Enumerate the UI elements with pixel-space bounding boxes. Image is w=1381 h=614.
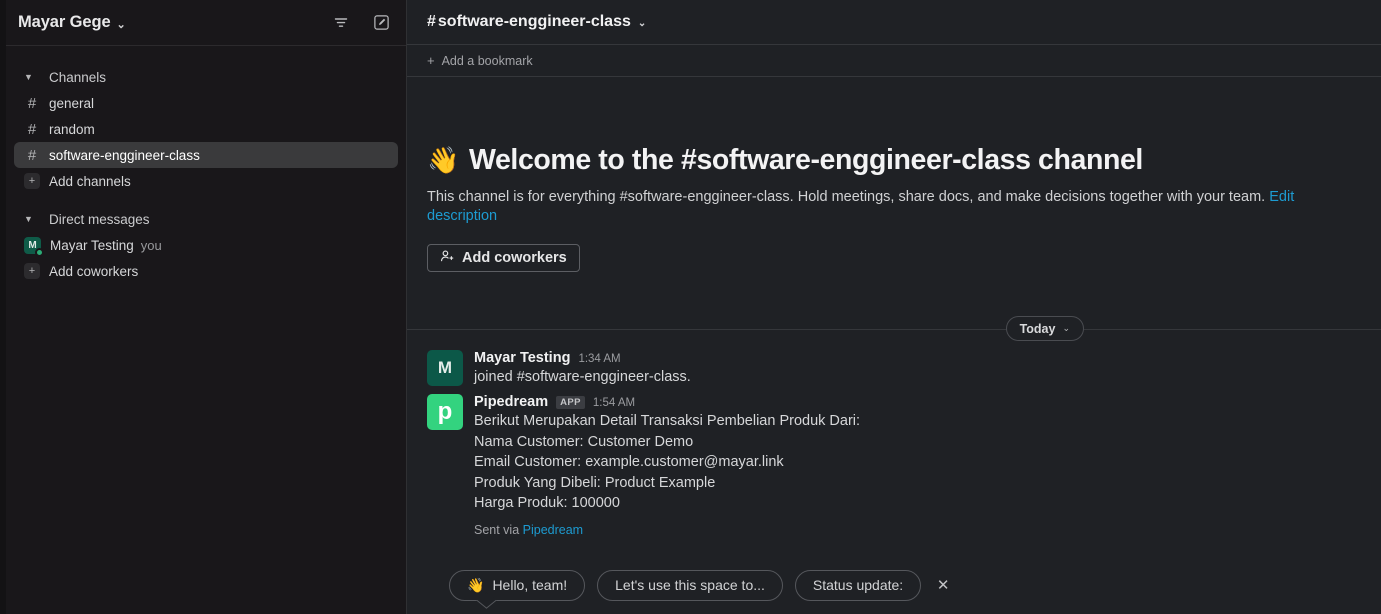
message-author[interactable]: Pipedream	[474, 394, 548, 411]
plus-icon: +	[24, 173, 40, 189]
message-header: Mayar Testing 1:34 AM	[474, 350, 1361, 367]
channel-welcome: 👋 Welcome to the #software-enggineer-cla…	[407, 77, 1381, 272]
welcome-heading-text: Welcome to the #software-enggineer-class…	[468, 144, 1143, 176]
add-coworkers-button[interactable]: Add coworkers	[427, 243, 580, 272]
sidebar-item-label: Add channels	[49, 173, 131, 189]
sidebar: Mayar Gege ⌄ ▼ Channels # general # rand…	[0, 0, 407, 614]
sidebar-item-label: general	[49, 95, 95, 111]
avatar: M	[24, 236, 44, 257]
close-icon[interactable]: ✕	[933, 575, 953, 595]
avatar[interactable]: M	[427, 349, 463, 386]
suggestion-chip-label: Let's use this space to...	[615, 577, 765, 593]
sidebar-item-label: Add coworkers	[49, 263, 139, 279]
sidebar-section-gap	[6, 194, 406, 206]
message-text-line: joined #software-enggineer-class.	[474, 369, 691, 386]
sidebar-section-direct-messages[interactable]: ▼ Direct messages	[6, 206, 406, 232]
hash-icon: #	[27, 146, 37, 164]
sidebar-header: Mayar Gege ⌄	[6, 0, 406, 46]
message-row: p Pipedream APP 1:54 AM Berikut Merupaka…	[407, 388, 1381, 537]
workspace-title[interactable]: Mayar Gege ⌄	[18, 13, 126, 32]
channel-pane: # software-enggineer-class ⌄ + Add a boo…	[407, 0, 1381, 614]
message-list: 👋 Welcome to the #software-enggineer-cla…	[407, 77, 1381, 614]
sidebar-item-mayar-testing[interactable]: M Mayar Testing you	[14, 232, 398, 258]
slack-window: Mayar Gege ⌄ ▼ Channels # general # rand…	[0, 0, 1381, 614]
avatar-initial: M	[437, 357, 453, 377]
chevron-down-icon: ⌄	[116, 19, 126, 31]
message-text-line: Berikut Merupakan Detail Transaksi Pembe…	[474, 413, 861, 430]
plus-icon: +	[24, 263, 40, 279]
date-divider: Today ⌄	[407, 314, 1381, 344]
suggestion-chip-label: Hello, team!	[492, 577, 568, 593]
sidebar-item-label: Mayar Testing	[50, 237, 134, 253]
suggestion-chip-use-this-space[interactable]: Let's use this space to...	[597, 569, 783, 601]
message-text-line: Email Customer: example.customer@mayar.l…	[474, 454, 784, 471]
message-header: Pipedream APP 1:54 AM	[474, 394, 1361, 411]
add-coworkers-label: Add coworkers	[462, 249, 567, 266]
sidebar-item-you-tag: you	[140, 237, 162, 253]
chevron-down-icon: ▼	[24, 214, 33, 224]
welcome-description: This channel is for everything #software…	[427, 188, 1361, 227]
today-pill-button[interactable]: Today ⌄	[1005, 316, 1084, 342]
suggestion-chip-hello-team[interactable]: 👋 Hello, team!	[449, 569, 586, 601]
sidebar-item-general[interactable]: # general	[14, 90, 398, 116]
channel-name: software-enggineer-class	[437, 13, 631, 30]
message-text-line: Produk Yang Dibeli: Product Example	[474, 474, 716, 491]
hash-icon: #	[27, 94, 37, 112]
avatar-initial: p	[437, 397, 453, 425]
pipedream-link[interactable]: Pipedream	[523, 523, 583, 537]
message-text-line: Nama Customer: Customer Demo	[474, 433, 694, 450]
sidebar-item-software-enggineer-class[interactable]: # software-enggineer-class	[14, 142, 398, 168]
today-label: Today	[1019, 321, 1056, 336]
plus-icon: +	[427, 53, 435, 68]
message-row: M Mayar Testing 1:34 AM joined #software…	[407, 344, 1381, 388]
channel-title[interactable]: # software-enggineer-class ⌄	[427, 13, 646, 31]
welcome-heading: 👋 Welcome to the #software-enggineer-cla…	[427, 143, 1361, 179]
message-body: Mayar Testing 1:34 AM joined #software-e…	[474, 350, 1361, 388]
suggestion-chip-label: Status update:	[812, 577, 904, 593]
compose-icon[interactable]	[370, 12, 392, 34]
add-bookmark-label: Add a bookmark	[441, 53, 533, 68]
sidebar-section-channels[interactable]: ▼ Channels	[6, 64, 406, 90]
sidebar-section-label: Direct messages	[49, 211, 150, 227]
welcome-description-text: This channel is for everything #software…	[427, 188, 1266, 205]
divider-line	[407, 328, 1381, 330]
channel-header: # software-enggineer-class ⌄	[407, 0, 1381, 45]
bookmark-bar: + Add a bookmark	[407, 45, 1381, 77]
sidebar-item-add-channels[interactable]: + Add channels	[14, 168, 398, 194]
workspace-name: Mayar Gege	[18, 13, 111, 31]
waving-hand-icon: 👋	[427, 145, 459, 175]
sidebar-header-actions	[330, 12, 392, 34]
sidebar-item-random[interactable]: # random	[14, 116, 398, 142]
avatar[interactable]: p	[427, 393, 463, 430]
add-bookmark-button[interactable]: + Add a bookmark	[427, 53, 533, 68]
message-timestamp[interactable]: 1:34 AM	[578, 353, 620, 367]
chevron-down-icon: ⌄	[1062, 323, 1070, 334]
presence-online-icon	[35, 247, 44, 257]
hash-icon: #	[27, 120, 37, 138]
chevron-down-icon: ▼	[24, 72, 33, 82]
sidebar-item-label: software-enggineer-class	[49, 147, 200, 163]
message-author[interactable]: Mayar Testing	[474, 350, 570, 367]
message-body: Pipedream APP 1:54 AM Berikut Merupakan …	[474, 394, 1361, 537]
hash-icon: #	[427, 13, 436, 30]
filter-icon[interactable]	[330, 12, 352, 34]
person-add-icon	[440, 249, 454, 267]
sent-via-label: Sent via	[474, 523, 523, 537]
sidebar-section-label: Channels	[49, 69, 107, 85]
message-sent-via: Sent via Pipedream	[474, 523, 1361, 537]
waving-hand-icon: 👋	[467, 576, 485, 593]
chevron-down-icon: ⌄	[637, 17, 647, 29]
message-text-line: Harga Produk: 100000	[474, 495, 620, 512]
suggestion-chips: 👋 Hello, team! Let's use this space to..…	[407, 556, 1381, 614]
sidebar-item-add-coworkers[interactable]: + Add coworkers	[14, 258, 398, 284]
sidebar-item-label: random	[49, 121, 95, 137]
message-timestamp[interactable]: 1:54 AM	[593, 397, 635, 411]
suggestion-chip-status-update[interactable]: Status update:	[794, 569, 922, 601]
app-badge: APP	[556, 395, 585, 410]
sidebar-nav: ▼ Channels # general # random # software…	[6, 46, 406, 614]
